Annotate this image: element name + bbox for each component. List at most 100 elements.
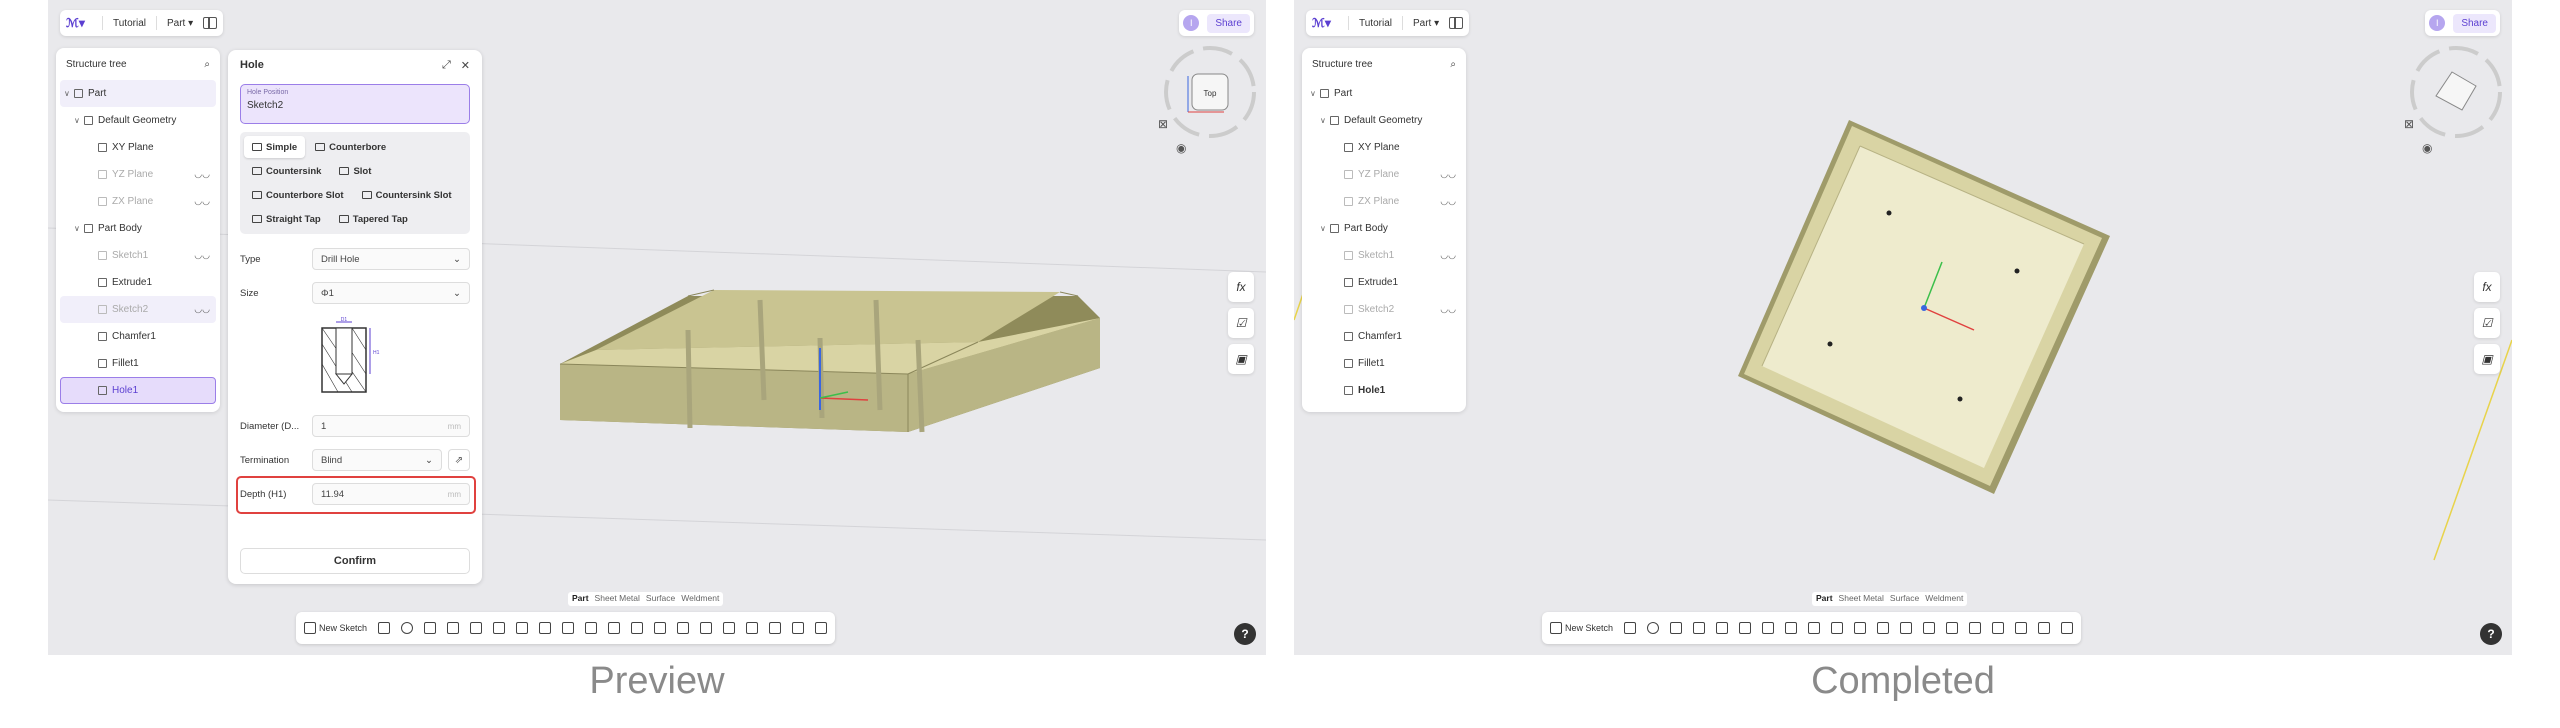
tree-item-sketch1[interactable]: Sketch1 ◡◡ [1306,242,1462,269]
loft-tool-icon[interactable] [1693,622,1706,634]
chamfer-tool-icon[interactable] [1808,622,1821,634]
termination-select[interactable]: Blind ⌄ [312,449,442,471]
hidden-eye-icon[interactable]: ◡◡ [1440,250,1456,261]
tab-part[interactable]: Part [1816,593,1833,605]
chevron-down-icon[interactable]: ∨ [74,224,84,233]
scale-tool-icon[interactable] [746,622,759,634]
move-tool-icon[interactable] [1923,622,1936,634]
hole-position-field[interactable]: Hole Position Sketch2 [240,84,470,124]
draft-tool-icon[interactable] [608,622,621,634]
viewport-3d[interactable]: ⊠ ◉ [1294,0,2512,655]
thicken-tool-icon[interactable] [769,622,782,634]
rib-tool-icon[interactable] [1716,622,1729,634]
hole-type-straight-tap[interactable]: Straight Tap [244,208,329,230]
move-tool-icon[interactable] [677,622,690,634]
pin-icon[interactable]: ⤢ [442,59,451,72]
render-tool-icon[interactable] [2061,622,2074,634]
pattern-tool-icon[interactable] [631,622,644,634]
chevron-down-icon[interactable]: ∨ [74,116,84,125]
camera-icon[interactable]: ◉ [2422,141,2432,155]
flip-direction-icon[interactable]: ⇗ [448,449,470,471]
tree-item-fillet1[interactable]: Fillet1 [60,350,216,377]
chevron-down-icon[interactable]: ∨ [64,89,74,98]
render-tool-icon[interactable] [815,622,828,634]
new-sketch-button[interactable]: New Sketch [1550,622,1613,634]
hidden-eye-icon[interactable]: ◡◡ [1440,169,1456,180]
shell-tool-icon[interactable] [585,622,598,634]
breadcrumb-tutorial[interactable]: Tutorial [1359,18,1392,29]
hole-type-countersink[interactable]: Countersink [244,160,329,182]
hidden-eye-icon[interactable]: ◡◡ [1440,304,1456,315]
help-button[interactable]: ? [2480,623,2502,645]
hole-tool-icon[interactable] [516,622,529,634]
hole-type-counterbore[interactable]: Counterbore [307,136,394,158]
tree-item-default-geometry[interactable]: ∨ Default Geometry [60,107,216,134]
tree-item-zx-plane[interactable]: ZX Plane ◡◡ [60,188,216,215]
scale-tool-icon[interactable] [1992,622,2005,634]
draft-tool-icon[interactable] [1854,622,1867,634]
share-button[interactable]: Share [1207,13,1250,33]
reference-tool-icon[interactable] [2038,622,2051,634]
tab-surface[interactable]: Surface [646,593,675,605]
hole-type-countersink-slot[interactable]: Countersink Slot [354,184,460,206]
revolve-tool-icon[interactable] [1647,622,1660,634]
breadcrumb-tutorial[interactable]: Tutorial [113,18,146,29]
extrude-tool-icon[interactable] [1624,622,1637,634]
tree-item-chamfer1[interactable]: Chamfer1 [60,323,216,350]
app-logo-icon[interactable]: ℳ▾ [66,16,92,30]
fillet-tool-icon[interactable] [539,622,552,634]
tree-item-sketch2[interactable]: Sketch2 ◡◡ [1306,296,1462,323]
view-cube[interactable] [2410,46,2502,138]
tree-item-extrude1[interactable]: Extrude1 [1306,269,1462,296]
hidden-eye-icon[interactable]: ◡◡ [194,250,210,261]
tree-item-extrude1[interactable]: Extrude1 [60,269,216,296]
diameter-input[interactable]: 1 mm [312,415,470,437]
check-icon[interactable]: ☑ [1228,308,1254,338]
hole-type-counterbore-slot[interactable]: Counterbore Slot [244,184,352,206]
hole-type-simple[interactable]: Simple [244,136,306,158]
combine-tool-icon[interactable] [700,622,713,634]
toggle-panel-icon[interactable] [203,17,218,29]
combine-tool-icon[interactable] [1946,622,1959,634]
tab-part[interactable]: Part [572,593,589,605]
tree-item-part-body[interactable]: ∨ Part Body [1306,215,1462,242]
tree-item-xy-plane[interactable]: XY Plane [60,134,216,161]
hole-type-tapered-tap[interactable]: Tapered Tap [331,208,416,230]
hole-tool-icon[interactable] [1762,622,1775,634]
tree-item-zx-plane[interactable]: ZX Plane ◡◡ [1306,188,1462,215]
tree-item-part[interactable]: ∨ Part [1306,80,1462,107]
loft-tool-icon[interactable] [447,622,460,634]
avatar[interactable]: I [2429,15,2446,31]
extrude-tool-icon[interactable] [378,622,391,634]
view-cube[interactable]: Top [1164,46,1256,138]
fit-view-icon[interactable]: ⊠ [2404,117,2414,131]
chamfer-tool-icon[interactable] [562,622,575,634]
size-select[interactable]: Φ1 ⌄ [312,282,470,304]
mirror-tool-icon[interactable] [1900,622,1913,634]
tree-item-xy-plane[interactable]: XY Plane [1306,134,1462,161]
hidden-eye-icon[interactable]: ◡◡ [194,304,210,315]
rib-tool-icon[interactable] [470,622,483,634]
sweep-tool-icon[interactable] [1670,622,1683,634]
chevron-down-icon[interactable]: ∨ [1310,89,1320,98]
tree-item-yz-plane[interactable]: YZ Plane ◡◡ [1306,161,1462,188]
mirror-tool-icon[interactable] [654,622,667,634]
tree-item-hole1[interactable]: Hole1 [1306,377,1462,404]
search-icon[interactable]: ⌕ [1450,59,1456,70]
pattern-tool-icon[interactable] [1877,622,1890,634]
camera-icon[interactable]: ◉ [1176,141,1186,155]
check-icon[interactable]: ☑ [2474,308,2500,338]
tree-item-chamfer1[interactable]: Chamfer1 [1306,323,1462,350]
tree-item-part[interactable]: ∨ Part [60,80,216,107]
revolve-tool-icon[interactable] [401,622,414,634]
tree-item-sketch1[interactable]: Sketch1 ◡◡ [60,242,216,269]
fit-view-icon[interactable]: ⊠ [1158,117,1168,131]
tab-weldment[interactable]: Weldment [681,593,719,605]
help-button[interactable]: ? [1234,623,1256,645]
tree-item-default-geometry[interactable]: ∨ Default Geometry [1306,107,1462,134]
measure-icon[interactable]: ▣ [1228,344,1254,374]
measure-icon[interactable]: ▣ [2474,344,2500,374]
tab-surface[interactable]: Surface [1890,593,1919,605]
share-button[interactable]: Share [2453,13,2496,33]
sweep-tool-icon[interactable] [424,622,437,634]
